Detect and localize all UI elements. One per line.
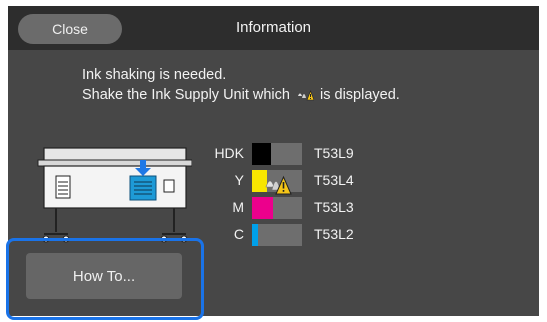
printer-illustration-icon (37, 147, 192, 243)
ink-code: T53L3 (314, 199, 354, 215)
ink-level-fill (252, 224, 258, 246)
message-line-1: Ink shaking is needed. (82, 67, 227, 83)
ink-level-bar (252, 224, 302, 246)
ink-level-fill (252, 197, 273, 219)
message-line-2-end: is displayed. (320, 87, 400, 103)
close-button[interactable]: Close (18, 14, 122, 44)
ink-level-bar (252, 143, 302, 165)
shake-warning-icon (265, 175, 292, 195)
message-text: Ink shaking is needed. Shake the Ink Sup… (82, 65, 400, 105)
shake-warning-icon (297, 90, 314, 101)
how-to-button[interactable]: How To... (26, 253, 182, 299)
ink-name: M (232, 199, 244, 215)
ink-row-y: Y T53L4 (196, 170, 396, 195)
ink-code: T53L9 (314, 145, 354, 161)
ink-name: Y (234, 172, 244, 188)
ink-level-fill (252, 143, 271, 165)
ink-code: T53L2 (314, 226, 354, 242)
ink-row-hdk: HDK T53L9 (196, 143, 396, 165)
message-line-2: Shake the Ink Supply Unit which is displ… (82, 85, 400, 105)
title-bar: Close Information (8, 6, 539, 50)
ink-row-m: M T53L3 (196, 197, 396, 219)
ink-row-c: C T53L2 (196, 224, 396, 246)
ink-name: HDK (214, 145, 244, 161)
ink-level-bar (252, 197, 302, 219)
ink-code: T53L4 (314, 172, 354, 188)
message-line-2-start: Shake the Ink Supply Unit which (82, 87, 290, 103)
